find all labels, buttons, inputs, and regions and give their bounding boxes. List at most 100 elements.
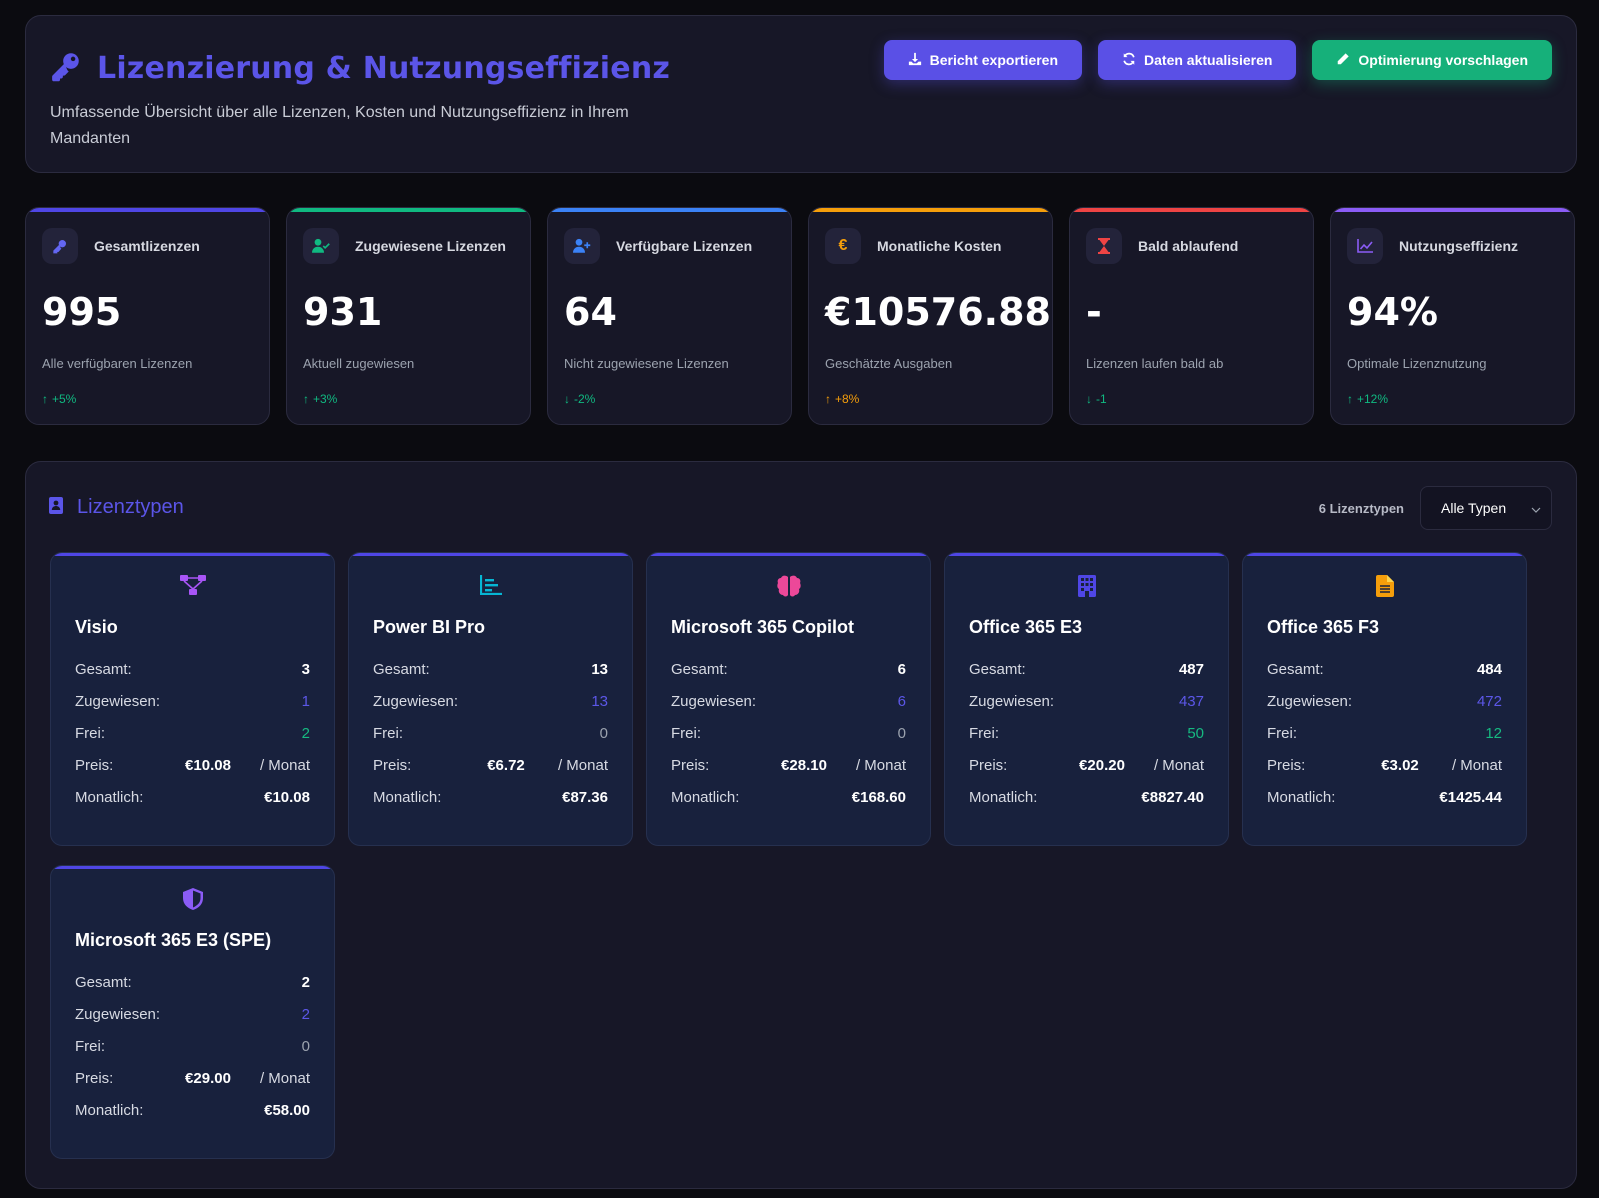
label-monthly: Monatlich: xyxy=(373,788,442,806)
stat-card-total: Gesamtlizenzen 995 Alle verfügbaren Lize… xyxy=(25,207,270,425)
stat-description: Lizenzen laufen bald ab xyxy=(1086,356,1224,371)
license-card-microsoft-365-e3-spe[interactable]: Microsoft 365 E3 (SPE) Gesamt: 2 Zugewies… xyxy=(50,865,335,1159)
stat-header: Bald ablaufend xyxy=(1086,228,1238,264)
stat-card-expiring: Bald ablaufend - Lizenzen laufen bald ab… xyxy=(1069,207,1314,425)
value-total: 6 xyxy=(897,660,906,678)
license-card-office-365-e3[interactable]: Office 365 E3 Gesamt: 487 Zugewiesen: 437 … xyxy=(944,552,1229,846)
value-price: €20.20 xyxy=(1079,756,1125,774)
stat-trend: ↑ +12% xyxy=(1347,392,1388,406)
license-card-power-bi-pro[interactable]: Power BI Pro Gesamt: 13 Zugewiesen: 13 Fre… xyxy=(348,552,633,846)
type-filter-select[interactable]: Alle Typen xyxy=(1420,486,1552,530)
stat-label: Verfügbare Lizenzen xyxy=(616,238,753,254)
trend-value: +5% xyxy=(52,392,77,406)
row-total: Gesamt: 6 xyxy=(671,659,906,679)
pencil-icon xyxy=(1336,52,1350,69)
value-assigned: 437 xyxy=(1178,692,1204,710)
label-assigned: Zugewiesen: xyxy=(671,692,757,710)
row-monthly: Monatlich: €8827.40 xyxy=(969,787,1204,807)
export-report-label: Bericht exportieren xyxy=(929,52,1059,68)
row-monthly: Monatlich: €87.36 xyxy=(373,787,608,807)
arrow-down-icon: ↓ xyxy=(1086,392,1092,406)
row-free: Frei: 0 xyxy=(671,723,906,743)
suggest-optimization-button[interactable]: Optimierung vorschlagen xyxy=(1312,40,1552,80)
row-assigned: Zugewiesen: 6 xyxy=(671,691,906,711)
stat-label: Nutzungseffizienz xyxy=(1399,238,1518,254)
card-accent-bar xyxy=(647,553,930,556)
label-total: Gesamt: xyxy=(969,660,1026,678)
stat-trend: ↑ +5% xyxy=(42,392,76,406)
shield-icon xyxy=(182,888,203,915)
card-accent-bar xyxy=(1243,553,1526,556)
value-assigned: 472 xyxy=(1476,692,1502,710)
key-icon xyxy=(49,49,83,88)
id-card-icon xyxy=(49,496,63,519)
stat-label: Bald ablaufend xyxy=(1138,238,1239,254)
stat-trend: ↓ -1 xyxy=(1086,392,1107,406)
stat-value: 931 xyxy=(303,290,383,334)
row-free: Frei: 0 xyxy=(373,723,608,743)
row-monthly: Monatlich: €1425.44 xyxy=(1267,787,1502,807)
value-monthly: €58.00 xyxy=(264,1101,310,1119)
row-assigned: Zugewiesen: 2 xyxy=(75,1004,310,1024)
stat-header: Zugewiesene Lizenzen xyxy=(303,228,506,264)
stat-header: € Monatliche Kosten xyxy=(825,228,1001,264)
label-free: Frei: xyxy=(1267,724,1297,742)
label-monthly: Monatlich: xyxy=(671,788,740,806)
value-price: €3.02 xyxy=(1381,756,1419,774)
euro-icon: € xyxy=(825,228,861,264)
trend-value: +12% xyxy=(1357,392,1389,406)
row-assigned: Zugewiesen: 1 xyxy=(75,691,310,711)
value-total: 2 xyxy=(301,973,310,991)
stat-trend: ↑ +8% xyxy=(825,392,859,406)
stat-card-assigned: Zugewiesene Lizenzen 931 Aktuell zugewie… xyxy=(286,207,531,425)
label-free: Frei: xyxy=(969,724,999,742)
trend-value: -2% xyxy=(574,392,596,406)
type-filter-value: Alle Typen xyxy=(1441,500,1507,516)
stat-label: Gesamtlizenzen xyxy=(94,238,200,254)
license-card-office-365-f3[interactable]: Office 365 F3 Gesamt: 484 Zugewiesen: 472 … xyxy=(1242,552,1527,846)
row-free: Frei: 12 xyxy=(1267,723,1502,743)
license-card-visio[interactable]: Visio Gesamt: 3 Zugewiesen: 1 Frei: 2 Preis… xyxy=(50,552,335,846)
label-price: Preis: xyxy=(1267,756,1306,774)
arrow-up-icon: ↑ xyxy=(825,392,831,406)
export-report-button[interactable]: Bericht exportieren xyxy=(883,40,1083,80)
stats-row: Gesamtlizenzen 995 Alle verfügbaren Lize… xyxy=(25,207,1575,425)
label-per-month: / Monat xyxy=(557,756,608,774)
stat-description: Optimale Lizenznutzung xyxy=(1347,356,1487,371)
diagram-icon xyxy=(179,575,206,600)
value-free: 50 xyxy=(1187,724,1204,742)
stat-header: Verfügbare Lizenzen xyxy=(564,228,752,264)
value-free: 0 xyxy=(897,724,906,742)
stat-accent-bar xyxy=(548,208,791,212)
value-assigned: 2 xyxy=(301,1005,310,1023)
card-icon-wrap xyxy=(945,575,1228,602)
license-card-microsoft-365-copilot[interactable]: Microsoft 365 Copilot Gesamt: 6 Zugewiese… xyxy=(646,552,931,846)
label-assigned: Zugewiesen: xyxy=(75,692,161,710)
key-icon xyxy=(42,228,78,264)
download-icon xyxy=(908,52,922,69)
page-title: Lizenzierung & Nutzungseffizienz xyxy=(97,51,671,86)
stat-value: €10576.88 xyxy=(825,290,1051,334)
label-total: Gesamt: xyxy=(373,660,430,678)
section-header: Lizenztypen xyxy=(49,496,184,519)
stat-accent-bar xyxy=(287,208,530,212)
label-per-month: / Monat xyxy=(259,756,310,774)
value-total: 13 xyxy=(591,660,608,678)
card-icon-wrap xyxy=(51,888,334,915)
stat-accent-bar xyxy=(26,208,269,212)
value-total: 484 xyxy=(1476,660,1502,678)
stat-value: - xyxy=(1086,290,1102,334)
label-per-month: / Monat xyxy=(259,1069,310,1087)
row-assigned: Zugewiesen: 472 xyxy=(1267,691,1502,711)
stat-trend: ↑ +3% xyxy=(303,392,337,406)
license-type-count: 6 Lizenztypen xyxy=(1318,500,1404,516)
label-total: Gesamt: xyxy=(671,660,728,678)
refresh-data-button[interactable]: Daten aktualisieren xyxy=(1098,40,1297,80)
label-free: Frei: xyxy=(75,1037,105,1055)
arrow-up-icon: ↑ xyxy=(1347,392,1353,406)
card-icon-wrap xyxy=(51,575,334,600)
stat-description: Alle verfügbaren Lizenzen xyxy=(42,356,193,371)
value-monthly: €87.36 xyxy=(562,788,608,806)
section-title: Lizenztypen xyxy=(77,496,184,518)
refresh-data-label: Daten aktualisieren xyxy=(1144,52,1273,68)
